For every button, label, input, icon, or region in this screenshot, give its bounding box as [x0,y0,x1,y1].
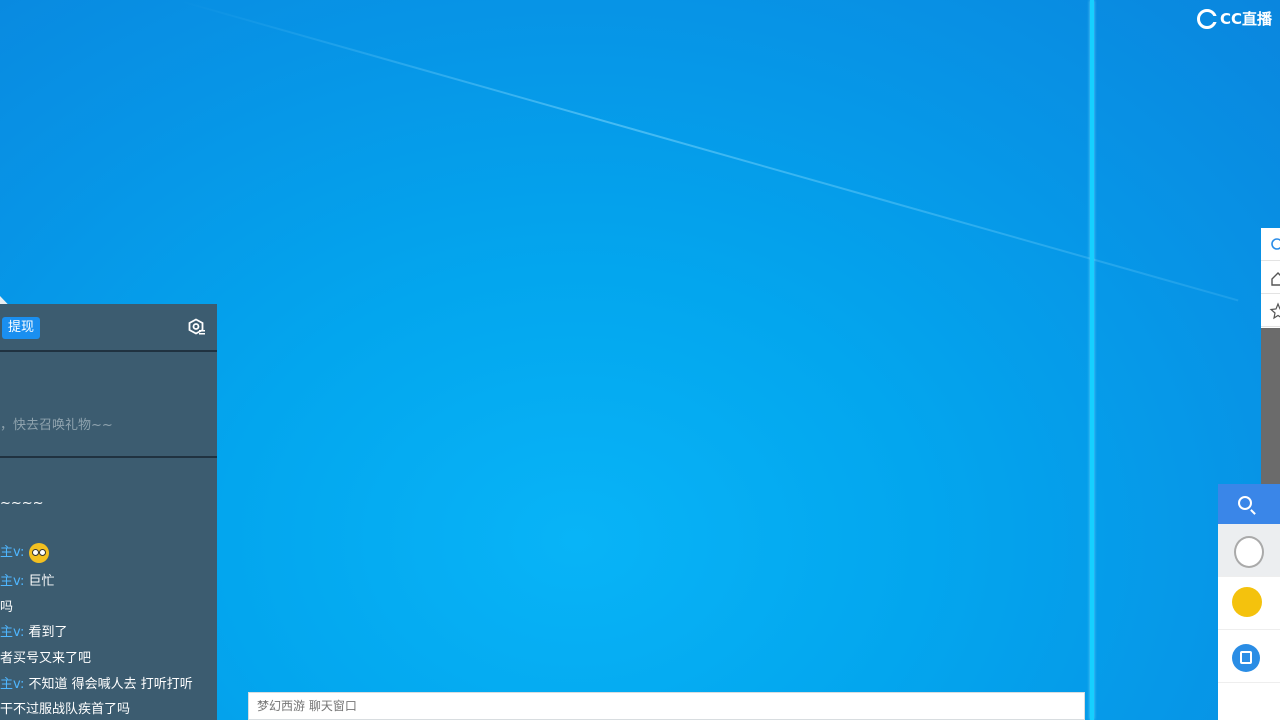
avatar [1232,587,1262,617]
tablet-icon [1232,644,1260,672]
chat-message: 干不过服战队疾首了吗 [0,702,131,717]
search-icon [1238,496,1252,510]
settings-icon[interactable] [187,318,205,336]
chat-message: 主v: [0,541,49,563]
chat-message: 吗 [0,600,14,615]
chat-message: 者买号又来了吧 [0,651,92,666]
wallpaper-light-streak [179,0,1239,302]
contact-item[interactable] [1218,630,1280,683]
chat-input-box[interactable] [248,692,1100,720]
chat-header: 提现 [0,304,217,352]
cc-live-logo: CC直播 [1196,8,1272,29]
chat-input[interactable] [249,693,1100,719]
cc-logo-text: CC直播 [1219,10,1272,28]
contacts-side-panel [1218,484,1280,720]
home-icon[interactable] [1261,261,1280,294]
side-search-button[interactable] [1218,484,1280,524]
chat-message: ~~~~ [0,496,44,511]
surprised-face-emoji-icon [28,542,49,563]
chat-message: 主v: 看到了 [0,625,68,640]
withdraw-button[interactable]: 提现 [2,317,41,339]
gift-notice-text: ，快去召唤礼物~~ [0,418,113,433]
cc-logo-icon [1196,8,1218,29]
avatar [1234,536,1264,568]
contact-item[interactable] [1218,577,1280,630]
notice-area: ，快去召唤礼物~~ [0,352,217,458]
chat-message: 主v: 不知道 得会喊人去 打听打听 [0,677,193,692]
browser-side-toolbar [1261,228,1280,328]
contact-item[interactable] [1218,524,1280,577]
star-icon[interactable] [1261,294,1280,327]
chat-panel: 提现 ，快去召唤礼物~~ ~~~~ 主v: 主v: 巨忙 吗 主v: 看到了 者… [0,304,217,720]
browser-side-gap [1261,328,1280,488]
window-divider [1090,0,1094,720]
refresh-icon[interactable] [1261,228,1280,261]
chat-message: 主v: 巨忙 [0,574,55,589]
